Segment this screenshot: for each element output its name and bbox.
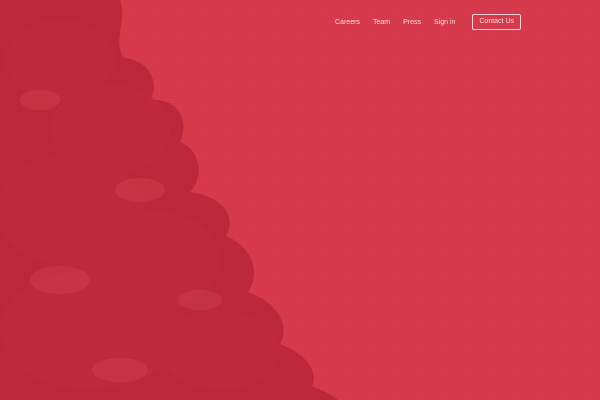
hero-section: Careers Team Press Sign in Contact Us bbox=[0, 0, 600, 400]
nav-link-team[interactable]: Team bbox=[373, 19, 390, 26]
nav-link-sign-in[interactable]: Sign in bbox=[434, 19, 455, 26]
contact-us-button[interactable]: Contact Us bbox=[472, 14, 521, 30]
nav-link-careers[interactable]: Careers bbox=[335, 19, 360, 26]
nav-link-press[interactable]: Press bbox=[403, 19, 421, 26]
top-navigation: Careers Team Press Sign in Contact Us bbox=[335, 14, 521, 30]
tree-foliage-image bbox=[0, 0, 600, 400]
